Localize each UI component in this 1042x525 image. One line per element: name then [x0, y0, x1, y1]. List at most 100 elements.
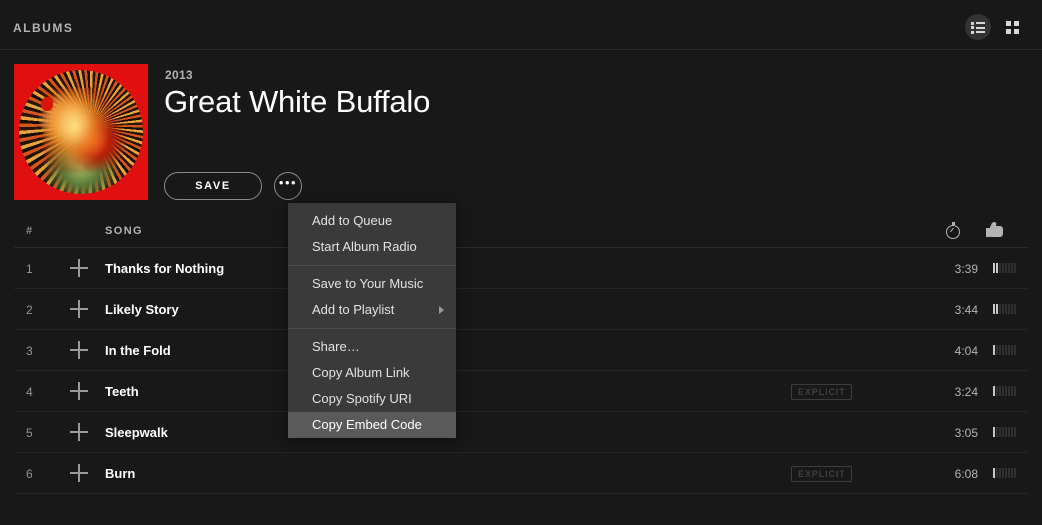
popularity-bar — [1008, 427, 1010, 437]
menu-item-label: Start Album Radio — [312, 239, 417, 254]
menu-item-label: Copy Album Link — [312, 365, 410, 380]
menu-separator — [288, 328, 456, 329]
menu-item-label: Add to Playlist — [312, 302, 395, 317]
track-number: 6 — [26, 467, 33, 481]
popularity-bar — [1011, 263, 1013, 273]
track-duration: 3:39 — [954, 262, 978, 276]
track-row[interactable]: 2 Likely Story 3:44 — [14, 289, 1028, 330]
popularity-bar — [1005, 304, 1007, 314]
popularity-bar — [1005, 263, 1007, 273]
popularity-bar — [1005, 468, 1007, 478]
menu-item-save-to-your-music[interactable]: Save to Your Music — [288, 271, 456, 297]
popularity-bar — [1008, 345, 1010, 355]
menu-item-copy-embed-code[interactable]: Copy Embed Code — [288, 412, 456, 438]
popularity-bar — [1014, 427, 1016, 437]
album-art-beak — [40, 96, 53, 111]
track-number: 2 — [26, 303, 33, 317]
add-track-icon[interactable] — [69, 340, 89, 360]
track-duration: 4:04 — [954, 344, 978, 358]
popularity-bar — [1014, 263, 1016, 273]
context-menu[interactable]: Add to Queue Start Album Radio Save to You… — [288, 203, 456, 438]
popularity-bar — [1014, 386, 1016, 396]
popularity-bar — [993, 263, 995, 273]
column-header-song: SONG — [105, 225, 143, 237]
more-options-button[interactable]: ••• — [274, 172, 302, 200]
track-row[interactable]: 1 Thanks for Nothing 3:39 — [14, 248, 1028, 289]
track-duration: 3:44 — [954, 303, 978, 317]
track-row[interactable]: 6 Burn EXPLICIT 6:08 — [14, 453, 1028, 494]
popularity-bar — [1014, 304, 1016, 314]
menu-item-add-to-playlist[interactable]: Add to Playlist — [288, 297, 456, 323]
popularity-bar — [993, 468, 995, 478]
album-art-blaze — [43, 88, 114, 173]
add-track-icon[interactable] — [69, 422, 89, 442]
popularity-bar — [1008, 468, 1010, 478]
popularity-bar — [1011, 304, 1013, 314]
popularity-bar — [1008, 304, 1010, 314]
add-track-icon[interactable] — [69, 381, 89, 401]
popularity-bar — [996, 263, 998, 273]
explicit-badge: EXPLICIT — [791, 384, 852, 400]
track-duration: 3:05 — [954, 426, 978, 440]
track-table-header: # SONG — [14, 220, 1028, 248]
album-year: 2013 — [165, 68, 193, 82]
popularity-bar — [993, 345, 995, 355]
track-duration: 3:24 — [954, 385, 978, 399]
popularity-bar — [996, 386, 998, 396]
menu-item-copy-album-link[interactable]: Copy Album Link — [288, 360, 456, 386]
track-number: 1 — [26, 262, 33, 276]
menu-item-share[interactable]: Share… — [288, 334, 456, 360]
popularity-bar — [996, 468, 998, 478]
popularity-bar — [1002, 304, 1004, 314]
view-toggle-group — [965, 14, 1025, 40]
add-track-icon[interactable] — [69, 299, 89, 319]
menu-item-add-to-queue[interactable]: Add to Queue — [288, 208, 456, 234]
track-row[interactable]: 3 In the Fold 4:04 — [14, 330, 1028, 371]
popularity-bar — [1008, 263, 1010, 273]
popularity-bar — [999, 386, 1001, 396]
popularity-bar — [993, 304, 995, 314]
album-page: ALBUMS 2013 Great White Buffalo SAVE •••… — [0, 0, 1042, 525]
grid-view-icon — [1005, 20, 1019, 34]
popularity-meter — [993, 263, 1016, 273]
add-track-icon[interactable] — [69, 463, 89, 483]
popularity-bar — [1014, 345, 1016, 355]
menu-item-label: Copy Spotify URI — [312, 391, 412, 406]
popularity-bar — [993, 386, 995, 396]
list-view-button[interactable] — [965, 14, 991, 40]
popularity-meter — [993, 427, 1016, 437]
menu-item-label: Save to Your Music — [312, 276, 424, 291]
popularity-bar — [1008, 386, 1010, 396]
popularity-bar — [1002, 263, 1004, 273]
column-header-number: # — [26, 225, 33, 237]
add-track-icon[interactable] — [69, 258, 89, 278]
popularity-bar — [996, 427, 998, 437]
track-title: In the Fold — [105, 343, 171, 358]
track-title: Teeth — [105, 384, 139, 399]
list-view-icon — [971, 21, 985, 34]
popularity-bar — [1002, 427, 1004, 437]
popularity-bar — [1011, 386, 1013, 396]
popularity-bar — [999, 427, 1001, 437]
menu-item-start-album-radio[interactable]: Start Album Radio — [288, 234, 456, 260]
popularity-bar — [996, 345, 998, 355]
track-row[interactable]: 5 Sleepwalk 3:05 — [14, 412, 1028, 453]
album-title: Great White Buffalo — [164, 84, 431, 119]
popularity-bar — [1011, 427, 1013, 437]
page-title: ALBUMS — [13, 21, 74, 35]
popularity-bar — [1014, 468, 1016, 478]
list-bottom-divider — [14, 493, 1028, 494]
album-cover-art[interactable] — [14, 64, 148, 200]
menu-item-label: Add to Queue — [312, 213, 393, 228]
popularity-bar — [996, 304, 998, 314]
popularity-bar — [999, 304, 1001, 314]
grid-view-button[interactable] — [999, 14, 1025, 40]
popularity-bar — [999, 345, 1001, 355]
popularity-bar — [999, 468, 1001, 478]
save-button[interactable]: SAVE — [164, 172, 262, 200]
track-row[interactable]: 4 Teeth EXPLICIT 3:24 — [14, 371, 1028, 412]
track-number: 3 — [26, 344, 33, 358]
menu-item-copy-spotify-uri[interactable]: Copy Spotify URI — [288, 386, 456, 412]
popularity-bar — [993, 427, 995, 437]
popularity-bar — [1002, 468, 1004, 478]
